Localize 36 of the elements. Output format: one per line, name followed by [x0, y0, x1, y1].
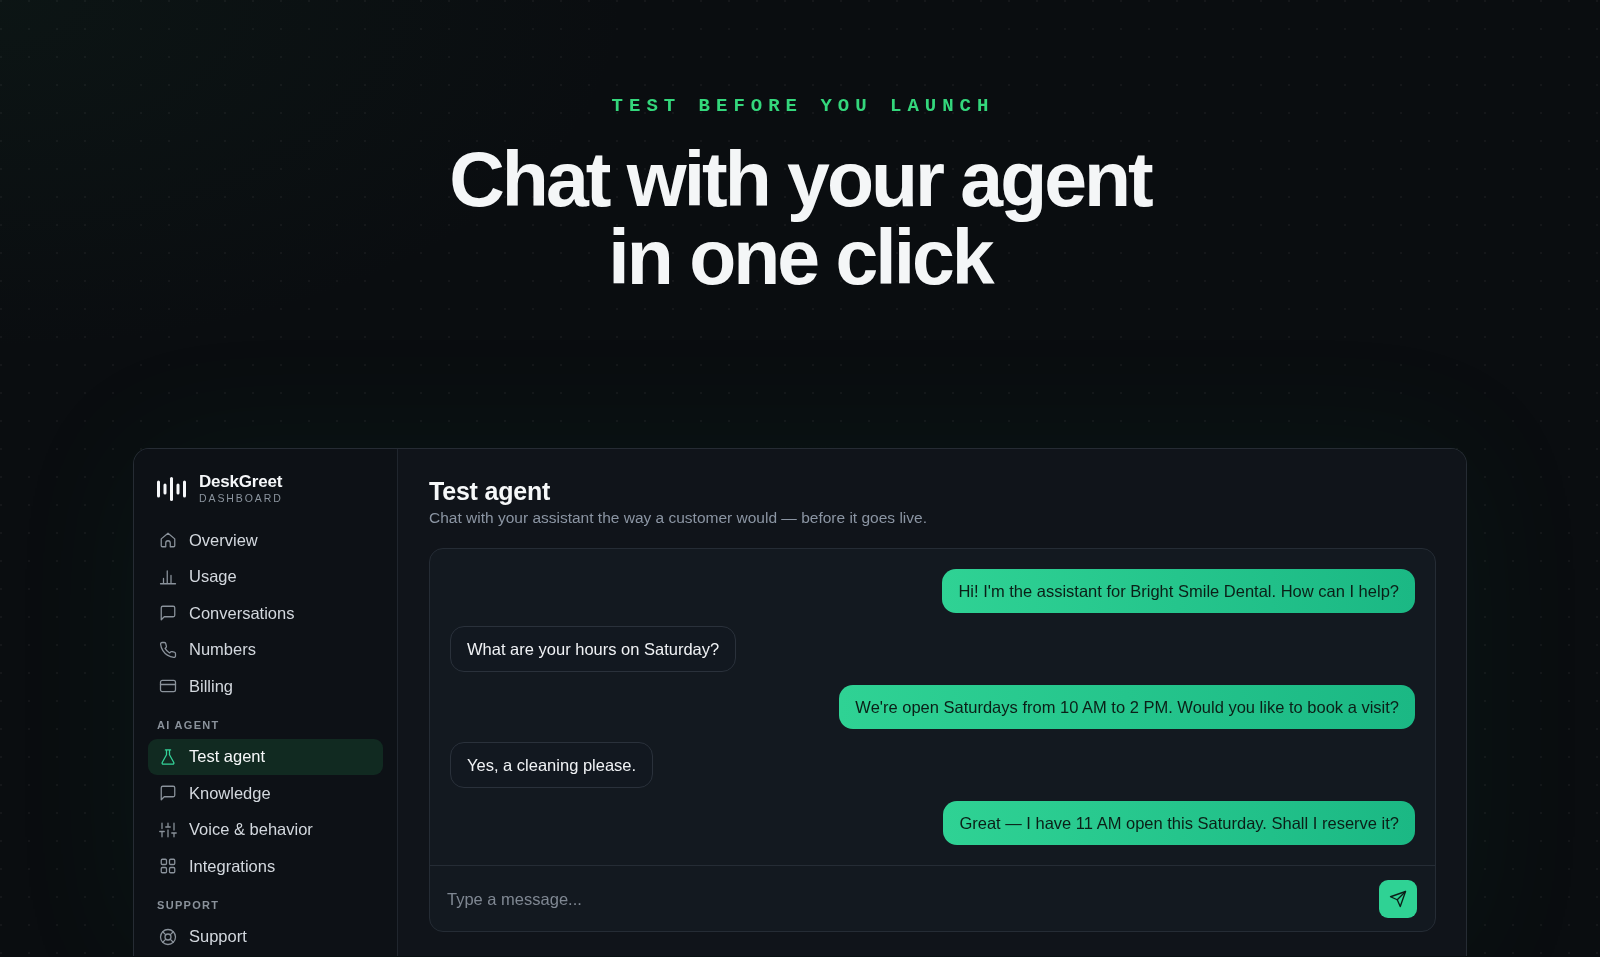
home-icon	[159, 531, 177, 550]
flask-icon	[159, 747, 177, 766]
nav-item[interactable]: Integrations	[148, 848, 383, 885]
phone-icon	[159, 640, 177, 659]
nav-item[interactable]: Billing	[148, 668, 383, 705]
eyebrow-text: TEST BEFORE YOU LAUNCH	[611, 95, 995, 117]
brand-subtitle: DASHBOARD	[199, 492, 283, 504]
customer-message: Yes, a cleaning please.	[450, 742, 654, 788]
grid-icon	[159, 857, 177, 876]
nav-item[interactable]: Voice & behavior	[148, 811, 383, 848]
lifebuoy-icon	[159, 927, 177, 946]
agent-message: Great — I have 11 AM open this Saturday. Shall I reserve it?	[943, 801, 1415, 845]
customer-message: What are your hours on Saturday?	[450, 626, 737, 672]
nav-item[interactable]: Conversations	[148, 595, 383, 632]
hero-title: Chat with your agent in one click	[448, 140, 1153, 296]
nav-item[interactable]: Knowledge	[148, 775, 383, 812]
sliders-icon	[159, 820, 177, 839]
brand-name: DeskGreet	[199, 473, 283, 491]
agent-message: Hi! I'm the assistant for Bright Smile Dental. How can I help?	[942, 569, 1415, 613]
send-button[interactable]	[1379, 880, 1417, 918]
paper-plane-icon	[1389, 890, 1407, 908]
section-heading: AI AGENT	[156, 718, 221, 732]
nav-item[interactable]: Support	[148, 918, 383, 955]
nav-item[interactable]: Overview	[148, 522, 383, 559]
nav-item[interactable]: Test agent	[148, 738, 383, 775]
page-subtitle: Chat with your assistant the way a customer would — before it goes live.	[429, 508, 928, 528]
chat-bubble-icon	[159, 784, 177, 803]
logo-icon	[157, 476, 186, 501]
page-title: Test agent	[429, 477, 552, 505]
section-heading: SUPPORT	[156, 898, 221, 912]
nav-item[interactable]: Numbers	[148, 631, 383, 668]
bar-chart-icon	[159, 567, 177, 586]
message-input[interactable]: Type a message...	[447, 885, 1367, 913]
chat-bubble-icon	[159, 604, 177, 623]
agent-message: We're open Saturdays from 10 AM to 2 PM. Would you like to book a visit?	[839, 685, 1415, 729]
nav-item[interactable]: Usage	[148, 558, 383, 595]
